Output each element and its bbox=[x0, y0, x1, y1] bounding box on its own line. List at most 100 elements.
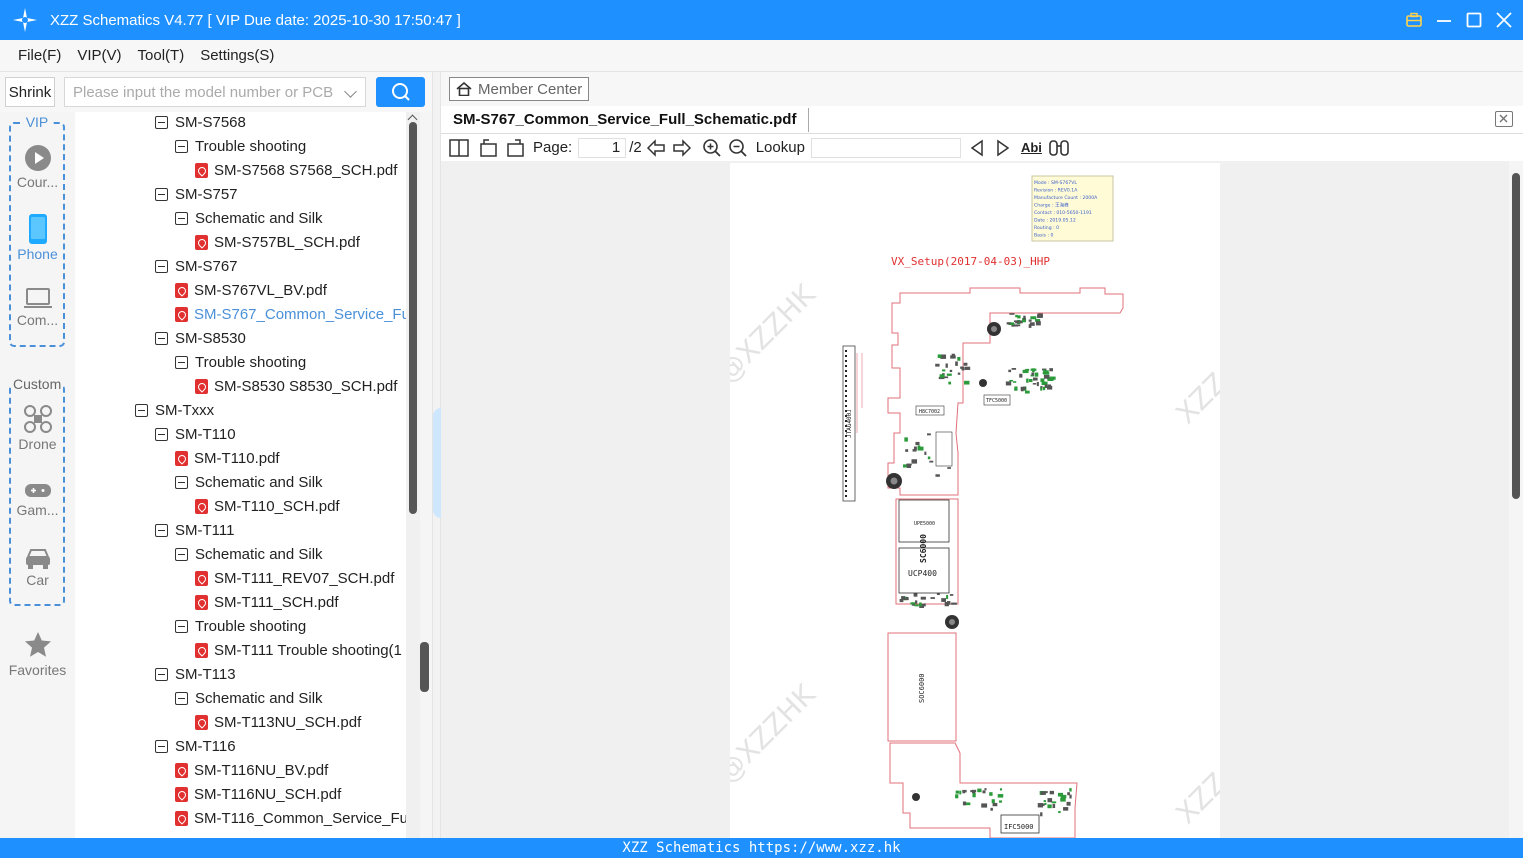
pcb-component bbox=[911, 459, 918, 464]
collapse-icon[interactable] bbox=[155, 667, 168, 681]
vip-briefcase-icon[interactable] bbox=[1405, 11, 1423, 29]
viewer-scrollbar[interactable] bbox=[1509, 161, 1523, 838]
tree-file-item[interactable]: SM-S757BL_SCH.pdf bbox=[195, 230, 360, 254]
collapse-icon[interactable] bbox=[155, 187, 168, 201]
maximize-icon[interactable] bbox=[1465, 11, 1483, 29]
category-car[interactable]: Car bbox=[0, 546, 75, 588]
menu-tool[interactable]: Tool(T) bbox=[138, 47, 185, 64]
tree-file-item[interactable]: SM-T116_Common_Service_Full bbox=[175, 806, 415, 830]
collapse-icon[interactable] bbox=[175, 355, 188, 369]
tree-folder-item[interactable]: SM-Txxx bbox=[135, 398, 214, 422]
collapse-icon[interactable] bbox=[175, 547, 188, 561]
collapse-icon[interactable] bbox=[135, 403, 148, 417]
tree-folder-item[interactable]: SM-S7568 bbox=[155, 112, 246, 134]
favorites-button[interactable]: Favorites bbox=[0, 630, 75, 678]
collapse-icon[interactable] bbox=[175, 691, 188, 705]
collapse-icon[interactable] bbox=[155, 739, 168, 753]
tab-document[interactable]: SM-S767_Common_Service_Full_Schematic.pd… bbox=[453, 108, 810, 132]
viewer-scroll-thumb[interactable] bbox=[1512, 173, 1520, 499]
tree-folder-item[interactable]: SM-T113 bbox=[155, 662, 236, 686]
menu-file[interactable]: File(F) bbox=[18, 47, 61, 64]
tree-file-item[interactable]: SM-S767_Common_Service_Full bbox=[175, 302, 417, 326]
pdf-viewer[interactable]: Mode : SM-S767VL Revision : REV0.1A Manufa… bbox=[441, 161, 1509, 838]
tree-scroll-thumb[interactable] bbox=[409, 122, 417, 514]
tree-folder-item[interactable]: Schematic and Silk bbox=[175, 686, 323, 710]
tree-folder-item[interactable]: Schematic and Silk bbox=[175, 470, 323, 494]
tree-file-item[interactable]: SM-T116NU_BV.pdf bbox=[175, 758, 328, 782]
collapse-icon[interactable] bbox=[155, 331, 168, 345]
page-number-input[interactable]: 1 bbox=[578, 137, 627, 158]
menu-vip[interactable]: VIP(V) bbox=[77, 47, 121, 64]
tree-file-item[interactable]: SM-T110_SCH.pdf bbox=[195, 494, 340, 518]
pcb-component bbox=[936, 593, 940, 596]
tree-file-item[interactable]: SM-T111 Trouble shooting(1 bbox=[195, 638, 402, 662]
tree-folder-item[interactable]: SM-T111 bbox=[155, 518, 234, 542]
tree-file-item[interactable]: SM-T111_REV07_SCH.pdf bbox=[195, 566, 394, 590]
collapse-icon[interactable] bbox=[155, 427, 168, 441]
tree-folder-item[interactable]: SM-S767 bbox=[155, 254, 238, 278]
tree-scrollbar[interactable] bbox=[406, 112, 420, 838]
pcb-component bbox=[941, 598, 947, 602]
previous-page-icon[interactable] bbox=[646, 138, 666, 157]
search-input[interactable]: Please input the model number or PCB bbox=[64, 77, 366, 107]
tree-folder-item[interactable]: SM-S8530 bbox=[155, 326, 246, 350]
tree-folder-item[interactable]: Trouble shooting bbox=[175, 134, 306, 158]
pcb-component bbox=[937, 354, 942, 358]
shrink-button[interactable]: Shrink bbox=[5, 77, 55, 107]
collapse-panel-handle[interactable] bbox=[433, 408, 441, 518]
collapse-icon[interactable] bbox=[155, 115, 168, 129]
collapse-icon[interactable] bbox=[175, 139, 188, 153]
find-previous-icon[interactable] bbox=[969, 139, 985, 157]
category-computer[interactable]: Com... bbox=[0, 286, 75, 328]
pcb-component bbox=[1028, 319, 1032, 322]
tree-scrollbar-secondary[interactable] bbox=[420, 112, 432, 838]
tree-folder-item[interactable]: SM-T116 bbox=[155, 734, 236, 758]
member-center-button[interactable]: Member Center bbox=[449, 77, 589, 101]
tree-folder-item[interactable]: Schematic and Silk bbox=[175, 542, 323, 566]
collapse-icon[interactable] bbox=[155, 523, 168, 537]
tree-file-item[interactable]: SM-T111_SCH.pdf bbox=[195, 590, 339, 614]
collapse-icon[interactable] bbox=[175, 475, 188, 489]
search-button[interactable] bbox=[376, 77, 425, 107]
rotate-left-icon[interactable] bbox=[479, 138, 499, 158]
pcb-component bbox=[1009, 313, 1015, 315]
two-page-view-icon[interactable] bbox=[449, 138, 469, 157]
category-courses[interactable]: Cour... bbox=[0, 144, 75, 190]
chevron-down-icon[interactable] bbox=[344, 85, 357, 98]
category-game[interactable]: Gam... bbox=[0, 482, 75, 518]
tree-folder-item[interactable]: Schematic and Silk bbox=[175, 206, 323, 230]
rotate-right-icon[interactable] bbox=[505, 138, 525, 158]
tree-file-item[interactable]: SM-T116NU_SCH.pdf bbox=[175, 782, 341, 806]
tree-file-item[interactable]: SM-S8530 S8530_SCH.pdf bbox=[195, 374, 397, 398]
tree-file-item[interactable]: SM-T110.pdf bbox=[175, 446, 280, 470]
match-case-button[interactable]: Abi bbox=[1021, 140, 1042, 155]
tree-folder-item[interactable]: SM-T110 bbox=[155, 422, 236, 446]
zoom-in-icon[interactable] bbox=[702, 138, 722, 158]
close-tab-icon[interactable] bbox=[1495, 111, 1513, 127]
next-page-icon[interactable] bbox=[672, 138, 692, 157]
tree-file-item[interactable]: SM-S767VL_BV.pdf bbox=[175, 278, 327, 302]
tree-folder-item[interactable]: Trouble shooting bbox=[175, 350, 306, 374]
tree-folder-item[interactable]: Trouble shooting bbox=[175, 614, 306, 638]
category-drone[interactable]: Drone bbox=[0, 404, 75, 452]
vip-group-label: VIP bbox=[23, 114, 51, 130]
lookup-input[interactable] bbox=[810, 137, 961, 158]
collapse-icon[interactable] bbox=[155, 259, 168, 273]
find-next-icon[interactable] bbox=[995, 139, 1011, 157]
tree-item-label: SM-S767VL_BV.pdf bbox=[194, 281, 327, 299]
tree-folder-item[interactable]: SM-S757 bbox=[155, 182, 238, 206]
menu-settings[interactable]: Settings(S) bbox=[200, 47, 274, 64]
collapse-icon[interactable] bbox=[175, 211, 188, 225]
minimize-icon[interactable] bbox=[1435, 11, 1453, 29]
zoom-out-icon[interactable] bbox=[728, 138, 748, 158]
chip-label-ifc: IFC5000 bbox=[1004, 823, 1034, 831]
close-icon[interactable] bbox=[1495, 11, 1513, 29]
collapse-icon[interactable] bbox=[175, 619, 188, 633]
tree-scroll-thumb-secondary[interactable] bbox=[420, 642, 429, 692]
tree-item-label: SM-S757BL_SCH.pdf bbox=[214, 233, 360, 251]
category-phone[interactable]: Phone bbox=[0, 214, 75, 262]
binoculars-icon[interactable] bbox=[1048, 139, 1070, 157]
tree-file-item[interactable]: SM-T113NU_SCH.pdf bbox=[195, 710, 361, 734]
tree-file-item[interactable]: SM-S7568 S7568_SCH.pdf bbox=[195, 158, 397, 182]
panel-splitter[interactable] bbox=[432, 72, 441, 838]
